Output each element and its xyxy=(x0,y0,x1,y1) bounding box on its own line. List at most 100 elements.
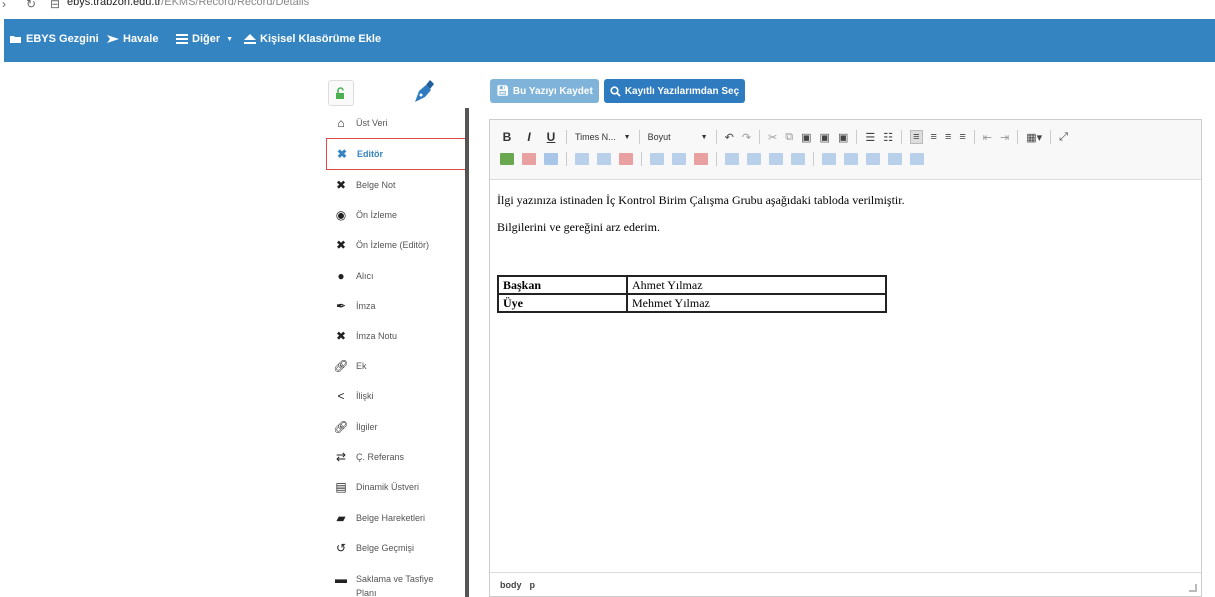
table-cell-role[interactable]: Başkan xyxy=(497,275,628,295)
grid-icon[interactable] xyxy=(910,153,924,165)
send-icon xyxy=(107,35,119,43)
paste-row-before-icon[interactable] xyxy=(844,153,858,165)
unordered-list-icon[interactable]: ☷ xyxy=(883,131,893,144)
paste-word-icon[interactable]: ▣ xyxy=(838,131,848,144)
outdent-icon[interactable]: ⇤ xyxy=(983,131,992,144)
sidebar-item-c-referans[interactable]: ⇄ Ç. Referans xyxy=(326,442,466,472)
align-center-icon[interactable]: ≡ xyxy=(931,131,937,143)
nav-kisisel-klasor[interactable]: Kişisel Klasörüme Ekle xyxy=(244,33,381,45)
editor-content[interactable]: İlgi yazınıza istinaden İç Kontrol Birim… xyxy=(497,193,1187,247)
insert-col-before-icon[interactable] xyxy=(725,153,739,165)
paragraph[interactable]: İlgi yazınıza istinaden İç Kontrol Birim… xyxy=(497,193,1187,208)
insert-row-after-icon[interactable] xyxy=(672,153,686,165)
toolbar-separator xyxy=(973,130,975,144)
unlock-button[interactable] xyxy=(328,80,354,106)
cut-icon[interactable]: ✂ xyxy=(768,131,777,144)
paste-icon[interactable]: ▣ xyxy=(801,131,811,144)
paste-row-after-icon[interactable] xyxy=(866,153,880,165)
sidebar-item-ilgiler[interactable]: 🔗︎ İlgiler xyxy=(326,412,466,442)
sidebar-item-saklama[interactable]: ▬ Saklama ve Tasfiye Planı xyxy=(326,564,466,597)
toolbar-separator xyxy=(813,152,814,166)
select-saved-button[interactable]: Kayıtlı Yazılarımdan Seç xyxy=(604,79,745,103)
split-cell-icon[interactable] xyxy=(769,153,783,165)
sidebar-item-on-izleme[interactable]: ◉ Ön İzleme xyxy=(326,200,466,230)
sidebar-item-dinamik-ustveri[interactable]: ▤ Dinamik Üstveri xyxy=(326,472,466,502)
sidebar-item-label: Üst Veri xyxy=(356,118,388,128)
path-element-p[interactable]: p xyxy=(530,580,536,590)
table-cell-role[interactable]: Üye xyxy=(497,293,628,313)
italic-icon[interactable]: I xyxy=(522,130,536,144)
sidebar-item-label: Ek xyxy=(356,361,367,371)
table-props-icon[interactable] xyxy=(500,153,514,165)
toolbar-separator xyxy=(901,130,903,144)
fountain-pen-icon[interactable] xyxy=(412,78,436,104)
cell-props-icon[interactable] xyxy=(544,153,558,165)
sidebar-top-icons xyxy=(326,80,466,108)
table-cell-name[interactable]: Ahmet Yılmaz xyxy=(626,275,887,295)
nav-diger-dropdown[interactable]: Diğer ▼ xyxy=(176,33,233,45)
bold-icon[interactable]: B xyxy=(500,130,514,144)
delete-col-icon[interactable] xyxy=(694,153,708,165)
align-right-icon[interactable]: ≡ xyxy=(945,131,951,143)
sidebar-item-alici[interactable]: ● Alıcı xyxy=(326,261,466,291)
paragraph[interactable]: Bilgilerini ve gereğini arz ederim. xyxy=(497,220,1187,235)
font-size-select[interactable]: Boyut ▼ xyxy=(648,132,708,142)
url-text[interactable]: ebys.trabzon.edu.tr/EKMS/Record/Record/D… xyxy=(67,0,309,8)
sidebar-item-imza-notu[interactable]: ✖ İmza Notu xyxy=(326,321,466,351)
table-icon[interactable]: ▦▾ xyxy=(1026,131,1042,144)
nav-ebys-gezgini[interactable]: EBYS Gezgini xyxy=(10,33,99,45)
back-arrow-icon[interactable]: › xyxy=(2,0,6,11)
undo-icon[interactable]: ↶ xyxy=(725,131,734,144)
sidebar-item-belge-not[interactable]: ✖ Belge Not xyxy=(326,170,466,200)
insert-row-before-icon[interactable] xyxy=(650,153,664,165)
sidebar-item-iliski[interactable]: < İlişki xyxy=(326,381,466,411)
sidebar-item-on-izleme-editor[interactable]: ✖ Ön İzleme (Editör) xyxy=(326,230,466,260)
paste-text-icon[interactable]: ▣ xyxy=(820,131,830,144)
font-family-select[interactable]: Times N... ▼ xyxy=(575,132,631,142)
copy-row-icon[interactable] xyxy=(822,153,836,165)
nav-havale[interactable]: Havale xyxy=(107,33,158,45)
indent-icon[interactable]: ⇥ xyxy=(1000,131,1009,144)
x-icon: ✖ xyxy=(336,147,348,161)
reload-icon[interactable]: ↻ xyxy=(26,0,36,11)
sidebar-item-belge-gecmisi[interactable]: ↺ Belge Geçmişi xyxy=(326,533,466,563)
toolbar-separator xyxy=(566,130,567,144)
fullscreen-icon[interactable]: ⤢ xyxy=(1059,131,1068,144)
sidebar-item-belge-hareketleri[interactable]: ▰ Belge Hareketleri xyxy=(326,503,466,533)
delete-row-icon[interactable] xyxy=(619,153,633,165)
share-icon: < xyxy=(337,389,345,403)
toolbar-separator xyxy=(716,152,717,166)
browser-url-bar[interactable]: › ↻ ⊟ ebys.trabzon.edu.tr/EKMS/Record/Re… xyxy=(0,0,1215,16)
panel-divider[interactable] xyxy=(465,108,469,597)
align-justify-icon[interactable]: ≡ xyxy=(959,131,965,143)
cut-row-icon[interactable] xyxy=(791,153,805,165)
row-props-icon[interactable] xyxy=(597,153,611,165)
path-element-body[interactable]: body xyxy=(500,580,522,590)
sidebar-item-label: Ön İzleme (Editör) xyxy=(356,240,430,250)
sidebar-item-editor[interactable]: ✖ Editör xyxy=(326,138,466,170)
align-left-icon[interactable]: ≡ xyxy=(910,130,923,144)
delete-table-icon[interactable] xyxy=(522,153,536,165)
copy-icon[interactable]: ⧉ xyxy=(785,131,793,144)
sidebar-item-imza[interactable]: ✒ İmza xyxy=(326,291,466,321)
sidebar-item-ust-veri[interactable]: ⌂ Üst Veri xyxy=(326,108,466,138)
members-table[interactable]: Başkan Ahmet Yılmaz Üye Mehmet Yılmaz xyxy=(497,275,887,313)
save-document-button[interactable]: 💾︎ Bu Yazıyı Kaydet xyxy=(490,79,599,103)
select-saved-label: Kayıtlı Yazılarımdan Seç xyxy=(624,85,740,97)
site-info-icon[interactable]: ⊟ xyxy=(50,0,60,11)
merge-cells-icon[interactable] xyxy=(575,153,589,165)
ordered-list-icon[interactable]: ☰ xyxy=(865,131,875,144)
sidebar-item-label: Ç. Referans xyxy=(356,452,405,462)
redo-icon[interactable]: ↷ xyxy=(742,131,751,144)
x-icon: ✖ xyxy=(335,329,347,343)
resize-handle-icon[interactable] xyxy=(1189,584,1197,592)
underline-icon[interactable]: U xyxy=(544,130,558,144)
nav-label: Kişisel Klasörüme Ekle xyxy=(260,33,382,45)
folder-open-icon xyxy=(10,36,21,43)
sidebar-item-label: Ön İzleme xyxy=(356,210,398,220)
sidebar-item-ek[interactable]: 🔗︎ Ek xyxy=(326,351,466,381)
visual-aid-icon[interactable] xyxy=(888,153,902,165)
insert-col-after-icon[interactable] xyxy=(747,153,761,165)
truck-icon: ▰ xyxy=(336,511,346,525)
table-cell-name[interactable]: Mehmet Yılmaz xyxy=(626,293,887,313)
